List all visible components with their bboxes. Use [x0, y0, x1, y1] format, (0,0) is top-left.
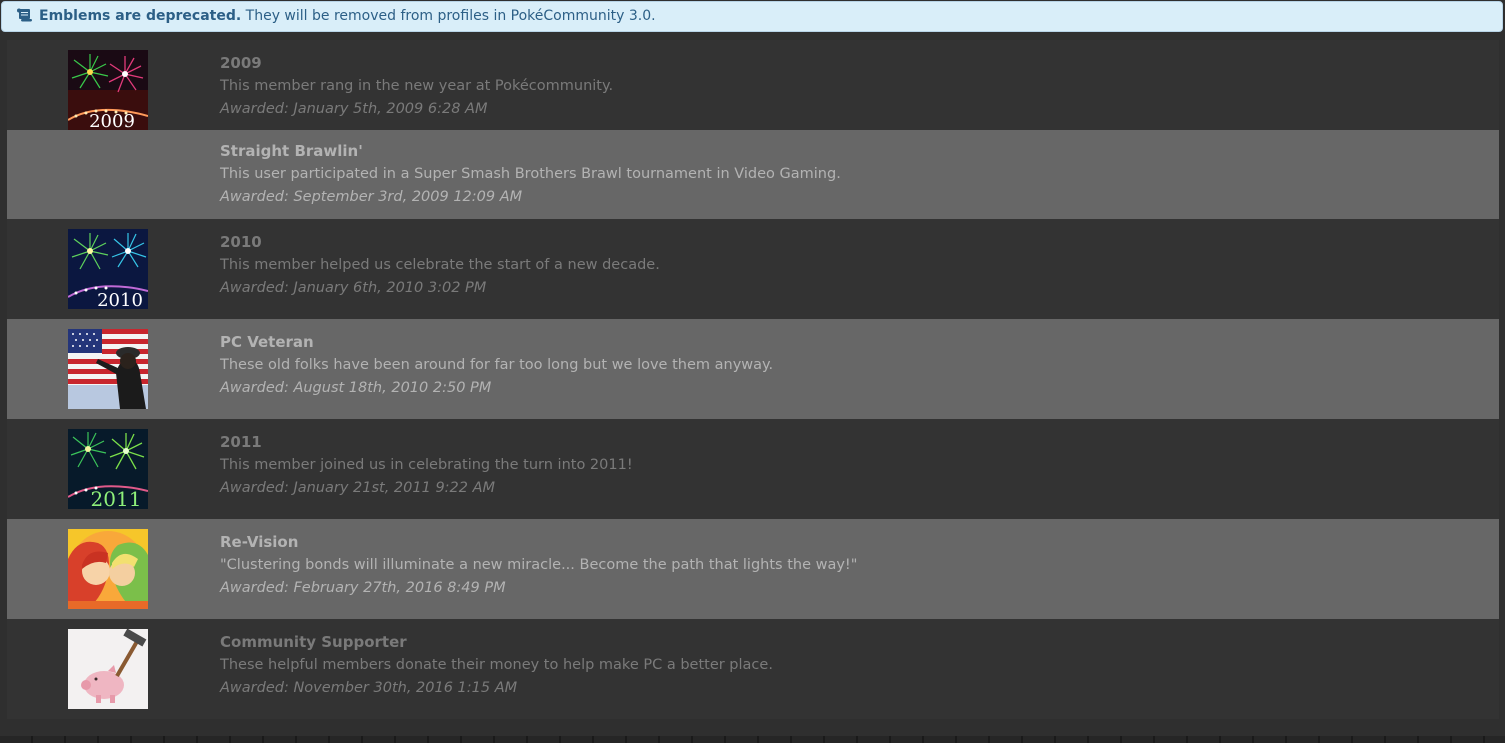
emblem-awarded-date: Awarded: September 3rd, 2009 12:09 AM — [220, 189, 523, 205]
emblems-page: Emblems are deprecated. They will be rem… — [0, 0, 1505, 743]
emblem-title: Community Supporter — [220, 633, 407, 651]
emblem-row: Community Supporter These helpful member… — [7, 619, 1499, 719]
emblem-title: 2011 — [220, 433, 262, 451]
svg-text:2011: 2011 — [91, 487, 142, 509]
scroll-icon — [17, 8, 32, 22]
svg-text:2010: 2010 — [97, 290, 143, 309]
emblem-text: Community Supporter These helpful member… — [220, 631, 773, 700]
svg-text:2009: 2009 — [89, 111, 135, 130]
emblem-description: This user participated in a Super Smash … — [220, 166, 841, 182]
emblem-text: 2011 This member joined us in celebratin… — [220, 431, 633, 500]
notice-bold-text: Emblems are deprecated. — [39, 8, 242, 24]
emblem-awarded-date: Awarded: January 5th, 2009 6:28 AM — [220, 101, 488, 117]
fireworks-2009-icon: 2009 — [68, 50, 148, 130]
emblem-awarded-date: Awarded: January 21st, 2011 9:22 AM — [220, 480, 496, 496]
emblem-row: PC Veteran These old folks have been aro… — [7, 319, 1499, 419]
emblem-row: 2011 2011 This member joined us in celeb… — [7, 419, 1499, 519]
bottom-border — [0, 736, 1505, 743]
emblem-title: 2009 — [220, 54, 262, 72]
revision-art-icon — [68, 529, 148, 609]
fireworks-2010-icon: 2010 — [68, 229, 148, 309]
emblem-description: These old folks have been around for far… — [220, 357, 774, 373]
emblem-description: These helpful members donate their money… — [220, 657, 773, 673]
piggy-bank-hammer-icon — [68, 629, 148, 709]
emblem-row: Re-Vision "Clustering bonds will illumin… — [7, 519, 1499, 619]
emblem-text: 2009 This member rang in the new year at… — [220, 52, 613, 121]
emblem-text: Re-Vision "Clustering bonds will illumin… — [220, 531, 857, 600]
emblem-awarded-date: Awarded: February 27th, 2016 8:49 PM — [220, 580, 506, 596]
emblem-title: Straight Brawlin' — [220, 142, 363, 160]
emblem-description: This member joined us in celebrating the… — [220, 457, 633, 473]
veteran-salute-icon — [68, 329, 148, 409]
emblem-title: 2010 — [220, 233, 262, 251]
notice-text: They will be removed from profiles in Po… — [241, 8, 656, 24]
emblem-title: PC Veteran — [220, 333, 314, 351]
emblem-awarded-date: Awarded: August 18th, 2010 2:50 PM — [220, 380, 492, 396]
emblem-list: 2009 2009 This member rang in the new ye… — [7, 40, 1499, 719]
emblem-description: This member rang in the new year at Poké… — [220, 78, 614, 94]
emblem-text: PC Veteran These old folks have been aro… — [220, 331, 773, 400]
emblem-text: 2010 This member helped us celebrate the… — [220, 231, 660, 300]
emblem-description: "Clustering bonds will illuminate a new … — [220, 557, 858, 573]
emblem-title: Re-Vision — [220, 533, 299, 551]
emblem-row: 2010 2010 This member helped us celebrat… — [7, 219, 1499, 319]
emblem-text: Straight Brawlin' This user participated… — [220, 140, 841, 209]
emblem-awarded-date: Awarded: November 30th, 2016 1:15 AM — [220, 680, 518, 696]
emblem-awarded-date: Awarded: January 6th, 2010 3:02 PM — [220, 280, 487, 296]
emblem-row: 2009 2009 This member rang in the new ye… — [7, 40, 1499, 130]
deprecation-notice: Emblems are deprecated. They will be rem… — [1, 1, 1503, 32]
emblem-description: This member helped us celebrate the star… — [220, 257, 660, 273]
fireworks-2011-icon: 2011 — [68, 429, 148, 509]
emblem-row: Straight Brawlin' This user participated… — [7, 130, 1499, 219]
